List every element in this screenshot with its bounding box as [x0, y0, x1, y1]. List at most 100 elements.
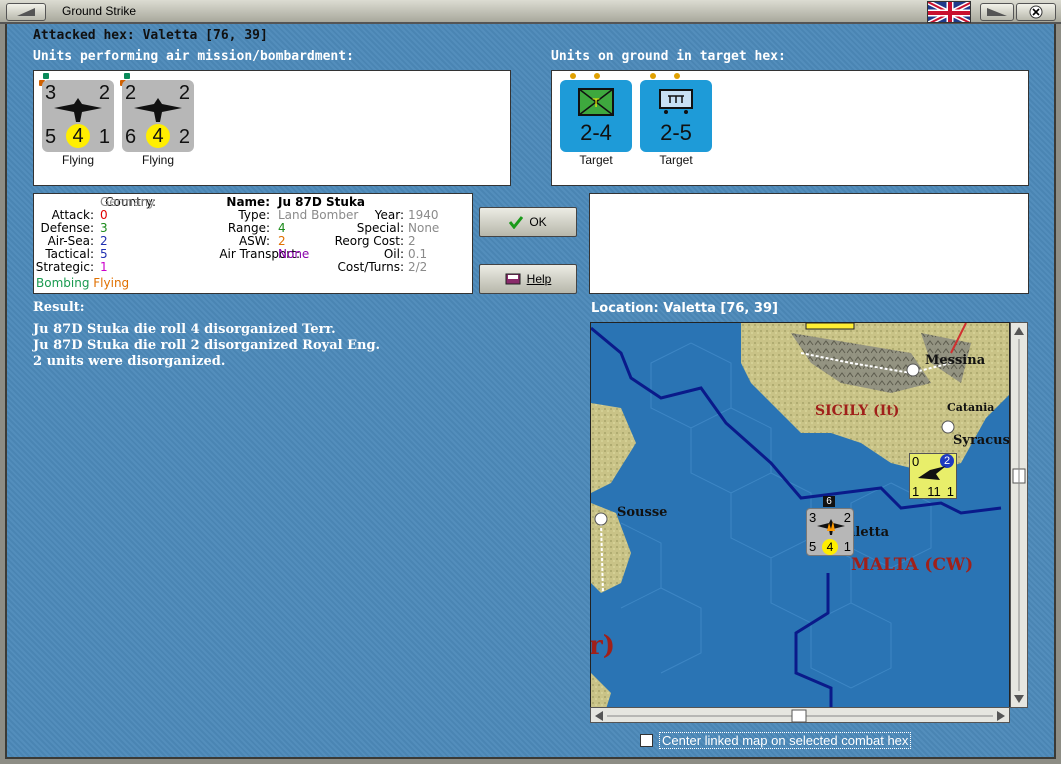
- close-icon: [1029, 5, 1043, 19]
- unit-bottom-left-value: 5: [45, 126, 57, 148]
- strategic-value: 1: [100, 260, 108, 274]
- target-info-panel: [589, 193, 1029, 294]
- special-value: None: [408, 221, 440, 235]
- unit-marker: [124, 73, 130, 79]
- air-units-panel: 3 2 5 4 1 Flying 2 2 6 4 2 Flying: [33, 70, 511, 186]
- reorg-cost-label: Reorg Cost:: [334, 234, 404, 248]
- map-label-malta: MALTA (CW): [851, 555, 974, 575]
- unit-marker: [570, 73, 576, 79]
- map-unit-bottom-left: 1: [912, 484, 920, 499]
- restore-button[interactable]: [980, 3, 1014, 21]
- range-label: Range:: [227, 221, 270, 235]
- fighter-plane-icon: [918, 466, 946, 480]
- airsea-label: Air-Sea:: [47, 234, 94, 248]
- unit-bottom-right-value: 1: [98, 126, 110, 148]
- scroll-arrows-icon: [1012, 327, 1026, 703]
- ground-unit-terr[interactable]: T 2-4: [560, 80, 632, 152]
- result-line: Ju 87D Stuka die roll 4 disorganized Ter…: [33, 322, 336, 337]
- map-vertical-scrollbar[interactable]: [1010, 322, 1028, 708]
- unit-status-label: Target: [659, 153, 693, 167]
- unit-bottom-left-value: 6: [125, 126, 137, 148]
- unit-status-label: Flying: [141, 153, 174, 167]
- unit-range-value: 4: [66, 124, 90, 148]
- air-units-header: Units performing air mission/bombardment…: [33, 49, 354, 64]
- unit-info-panel: Country: Germany Attack: 0 Defense: 3 Ai…: [33, 193, 473, 294]
- map-unit-center: 11: [927, 484, 941, 499]
- window-title: Ground Strike: [62, 4, 137, 18]
- help-button-label: Help: [526, 272, 552, 286]
- range-value: 4: [278, 221, 286, 235]
- close-button[interactable]: [1016, 3, 1056, 21]
- center-map-option[interactable]: Center linked map on selected combat hex: [640, 732, 912, 749]
- name-value: Ju 87D Stuka: [278, 195, 366, 209]
- unit-status-label: Target: [579, 153, 613, 167]
- window-menu-button[interactable]: [6, 3, 46, 21]
- map-stack-count: 6: [823, 496, 835, 507]
- cost-turns-label: Cost/Turns:: [337, 260, 404, 274]
- unit-strength-value: 2-5: [660, 120, 692, 145]
- air-transport-value: None: [278, 247, 310, 261]
- ground-units-header: Units on ground in target hex:: [551, 49, 786, 64]
- unit-marker: [43, 73, 49, 79]
- map-unit-bottom-right: 1: [843, 539, 851, 554]
- tactical-value: 5: [100, 247, 108, 261]
- location-label: Location: Valetta [76, 39]: [591, 301, 778, 316]
- year-label: Year:: [374, 208, 404, 222]
- restore-icon: [987, 8, 1007, 16]
- dive-bomber-icon: [54, 98, 102, 122]
- ground-units-panel: T 2-4 Target 2-5 Target: [551, 70, 1029, 186]
- help-button[interactable]: Help: [479, 264, 577, 294]
- map-unit-stuka-stack[interactable]: 3 2 5 4 1: [806, 508, 854, 556]
- result-line: 2 units were disorganized.: [33, 354, 226, 369]
- result-header: Result:: [33, 300, 85, 315]
- ok-button[interactable]: OK: [479, 207, 577, 237]
- unit-marker: [650, 73, 656, 79]
- unit-marker: [594, 73, 600, 79]
- map-unit-bottom-left: 5: [809, 539, 817, 554]
- map-label-messina: Messina: [925, 353, 986, 368]
- engineer-icon: [659, 89, 693, 114]
- unit-bottom-right-value: 2: [178, 126, 190, 148]
- map-label-sousse: Sousse: [617, 505, 668, 520]
- attack-label: Attack:: [51, 208, 94, 222]
- unit-marker: [674, 73, 680, 79]
- country-value: Germany: [100, 195, 156, 209]
- unit-status-label: Flying: [61, 153, 94, 167]
- map-label-sicily: SICILY (It): [815, 403, 900, 419]
- oil-label: Oil:: [383, 247, 404, 261]
- tactical-label: Tactical:: [45, 247, 94, 261]
- map-view[interactable]: Messina SICILY (It) Catania Syracus Sous…: [590, 322, 1010, 708]
- result-line: Ju 87D Stuka die roll 2 disorganized Roy…: [33, 338, 381, 353]
- type-value: Land Bomber: [278, 208, 359, 222]
- defense-label: Defense:: [40, 221, 94, 235]
- type-label: Type:: [238, 208, 270, 222]
- reorg-cost-value: 2: [408, 234, 416, 248]
- defense-value: 3: [100, 221, 108, 235]
- cost-turns-value: 2/2: [408, 260, 428, 274]
- map-unit-axis-fighter[interactable]: 0 2 1 11 1: [909, 453, 957, 499]
- dive-bomber-explosion-icon: [817, 519, 845, 535]
- unit-range-value: 4: [146, 124, 170, 148]
- checkmark-icon: [509, 216, 524, 229]
- ground-unit-royal-eng[interactable]: 2-5: [640, 80, 712, 152]
- center-map-checkbox-label: Center linked map on selected combat hex: [659, 732, 912, 749]
- scroll-arrows-icon: [595, 709, 1005, 723]
- map-horizontal-scrollbar[interactable]: [590, 707, 1010, 723]
- special-label: Special:: [356, 221, 404, 235]
- map-unit-bottom-right: 1: [946, 484, 954, 499]
- map-label-catania: Catania: [947, 401, 995, 414]
- air-unit-stuka-2[interactable]: 2 2 6 4 2: [122, 80, 194, 152]
- name-label: Name:: [226, 195, 270, 209]
- map-unit-range: 4: [822, 539, 838, 555]
- unit-strength-value: 2-4: [580, 120, 612, 145]
- mission-status-value: Flying: [93, 276, 130, 290]
- strategic-label: Strategic:: [35, 260, 94, 274]
- asw-value: 2: [278, 234, 286, 248]
- asw-label: ASW:: [238, 234, 270, 248]
- map-label-region: r): [590, 631, 615, 661]
- center-map-checkbox[interactable]: [640, 734, 653, 747]
- engineer-terrain-icon: T: [578, 88, 614, 116]
- air-unit-stuka-1[interactable]: 3 2 5 4 1: [42, 80, 114, 152]
- minimize-icon: [17, 8, 35, 16]
- uk-flag-icon[interactable]: [927, 1, 971, 23]
